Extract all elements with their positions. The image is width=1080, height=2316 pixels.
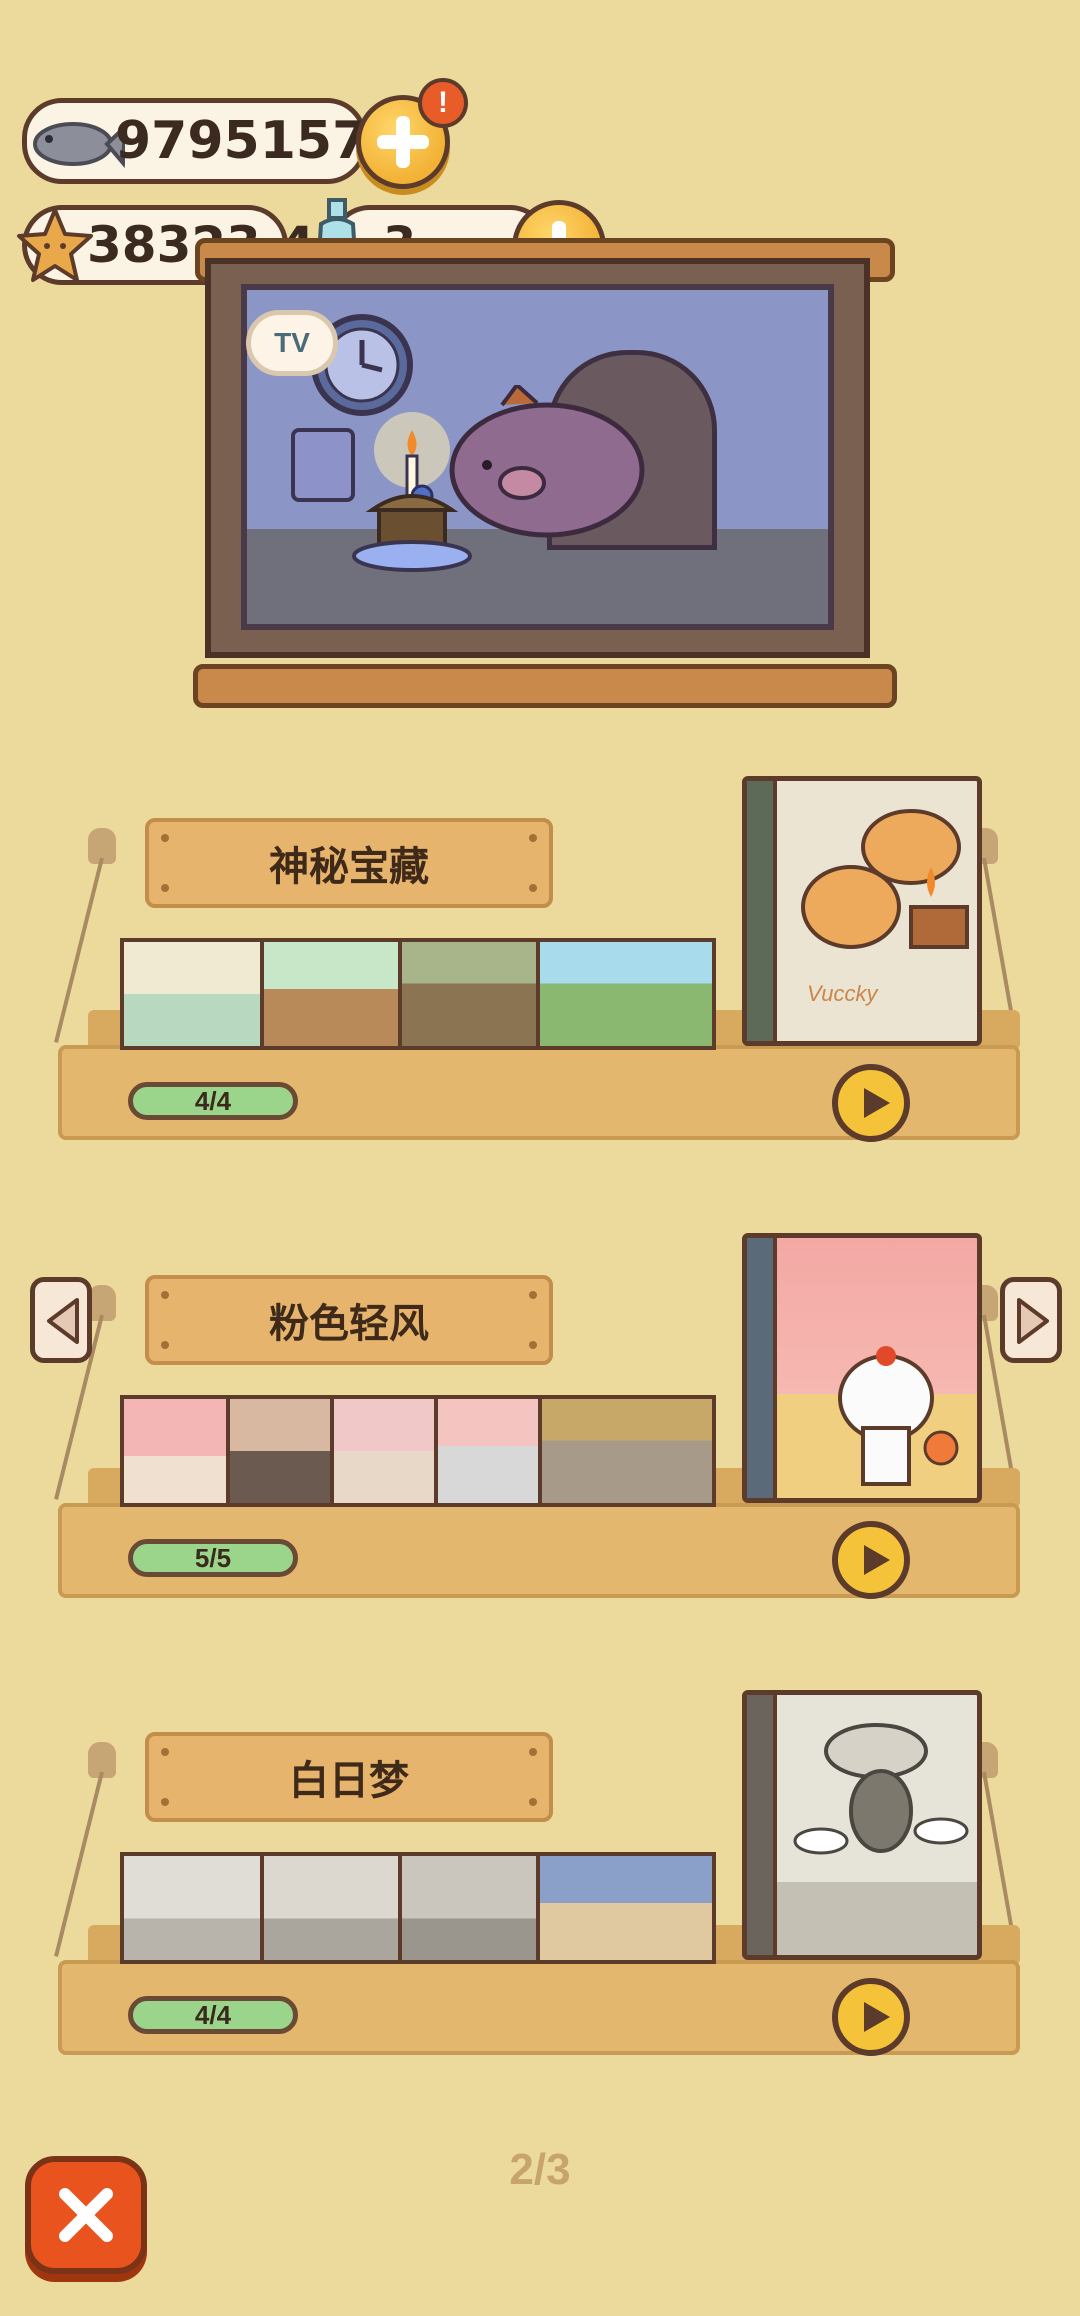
star-icon [15,206,95,291]
album-thumbnail[interactable] [334,1399,438,1503]
fish-currency-bar: 9795157 [22,98,369,184]
chevron-right-icon [1011,1296,1055,1351]
album-thumbnail[interactable] [124,1399,230,1503]
album-thumbnail[interactable] [124,1856,264,1960]
notification-badge: ! [418,78,468,128]
play-icon[interactable] [832,1978,910,2056]
album-title-text: 粉色轻风 [269,1302,429,1346]
album-thumbnail[interactable] [540,1856,712,1960]
fish-icon [25,113,128,180]
album-title-text: 神秘宝藏 [269,845,429,889]
album-thumbnail-strip[interactable] [120,1852,716,1964]
album-thumbnail[interactable] [402,942,540,1046]
next-page-button[interactable] [1000,1277,1062,1363]
album-cover-caption: Vuccky [807,981,878,1006]
album-cover[interactable]: Vuccky [742,776,982,1046]
page-indicator: 2/3 [509,2145,571,2194]
album-title-text: 白日梦 [289,1759,409,1803]
album-thumbnail-strip[interactable] [120,1395,716,1507]
play-icon[interactable] [832,1521,910,1599]
album-cover[interactable] [742,1690,982,1960]
album-title: 白日梦 [145,1732,553,1822]
album-cover[interactable] [742,1233,982,1503]
album-thumbnail-strip[interactable] [120,938,716,1050]
album-thumbnail[interactable] [438,1399,542,1503]
album-progress: 4/4 [128,1082,298,1120]
album-progress: 4/4 [128,1996,298,2034]
shiba-characters [801,809,969,949]
jar [291,428,355,502]
album-thumbnail[interactable] [264,1856,402,1960]
album-title: 粉色轻风 [145,1275,553,1365]
candle-icon [347,410,477,595]
fish-count: 9795157 [115,111,369,171]
album-thumbnail[interactable] [124,942,264,1046]
album-title: 神秘宝藏 [145,818,553,908]
album-thumbnail[interactable] [402,1856,540,1960]
previous-page-button[interactable] [30,1277,92,1363]
badger-character [793,1723,969,1855]
close-button[interactable] [25,2156,147,2274]
play-icon[interactable] [832,1064,910,1142]
chevron-left-icon [41,1296,85,1351]
album-thumbnail[interactable] [540,942,712,1046]
tv-badge[interactable]: TV [246,310,338,376]
pomeranian-character [838,1346,959,1486]
album-thumbnail[interactable] [264,942,402,1046]
close-icon [57,2186,115,2249]
album-thumbnail[interactable] [230,1399,334,1503]
album-progress: 5/5 [128,1539,298,1577]
album-thumbnail[interactable] [542,1399,712,1503]
tv-shelf-bottom [193,664,897,708]
